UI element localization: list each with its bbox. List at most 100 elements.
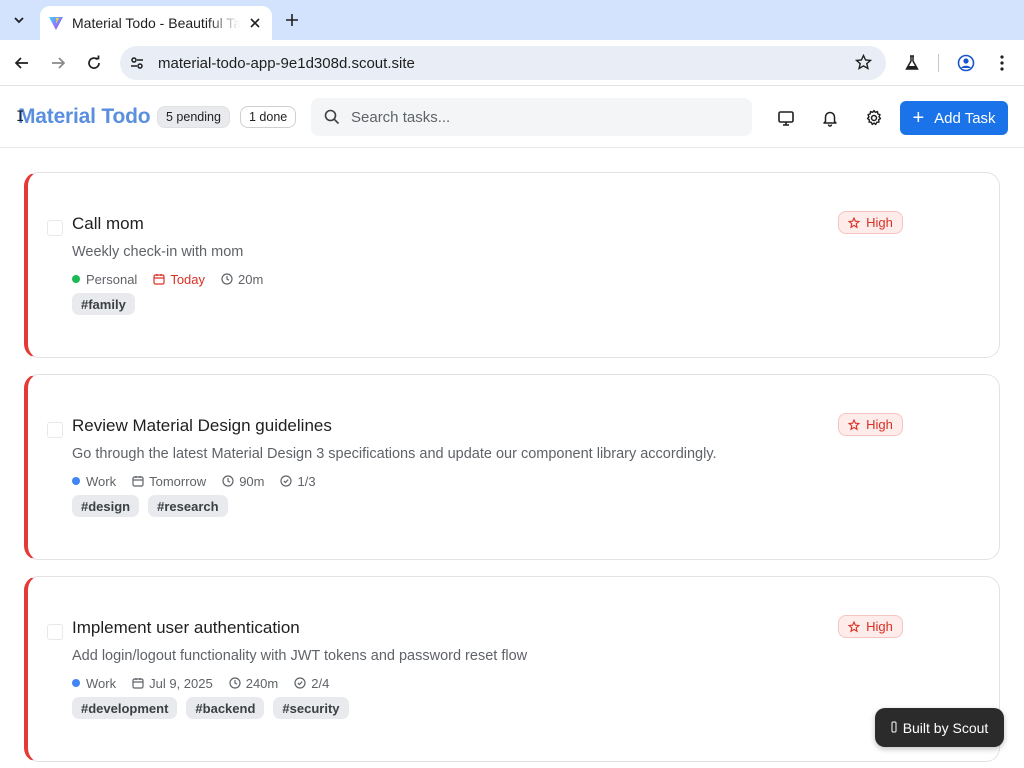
bell-icon bbox=[823, 111, 837, 127]
task-meta: Work Jul 9, 2025 240m 2/4 bbox=[72, 674, 345, 692]
search-input[interactable] bbox=[351, 108, 731, 126]
task-checkbox[interactable] bbox=[47, 220, 63, 236]
category-label: Work bbox=[86, 473, 117, 489]
tag-chip[interactable]: #research bbox=[148, 495, 228, 517]
task-meta: Work Tomorrow 90m 1/3 bbox=[72, 472, 332, 490]
gear-icon bbox=[866, 109, 882, 126]
url-text: material-todo-app-9e1d308d.scout.site bbox=[158, 54, 415, 72]
done-count-badge: 1 done bbox=[240, 106, 297, 128]
subtasks-label: 1/3 bbox=[297, 473, 316, 489]
task-category: Work bbox=[72, 676, 116, 691]
clock-icon bbox=[221, 273, 233, 285]
tab-search-button[interactable] bbox=[6, 8, 32, 32]
clock-icon bbox=[222, 475, 234, 487]
task-description: Add login/logout functionality with JWT … bbox=[72, 648, 528, 664]
tag-chip[interactable]: #development bbox=[72, 697, 178, 719]
task-meta: Personal Today 20m bbox=[72, 270, 279, 288]
scout-badge-label: Built by Scout bbox=[902, 719, 989, 736]
browser-toolbar: material-todo-app-9e1d308d.scout.site bbox=[0, 40, 1024, 86]
plus-icon bbox=[286, 14, 298, 26]
toolbar-separator bbox=[938, 54, 939, 72]
calendar-icon bbox=[132, 677, 144, 689]
duration-label: 240m bbox=[245, 675, 279, 691]
add-task-label: Add Task bbox=[934, 109, 996, 127]
task-card[interactable]: Review Material Design guidelines Go thr… bbox=[24, 374, 1000, 560]
forward-button[interactable] bbox=[44, 49, 72, 77]
arrow-left-icon bbox=[14, 57, 28, 69]
address-bar[interactable]: material-todo-app-9e1d308d.scout.site bbox=[120, 46, 886, 80]
category-dot-icon bbox=[72, 477, 80, 485]
settings-button[interactable] bbox=[861, 105, 887, 131]
check-circle-icon bbox=[294, 677, 306, 689]
task-title: Implement user authentication bbox=[72, 618, 300, 637]
text-cursor-icon: I bbox=[16, 109, 25, 125]
star-icon bbox=[848, 216, 861, 229]
category-dot-icon bbox=[72, 275, 80, 283]
duration-label: 20m bbox=[238, 271, 264, 287]
priority-label: High bbox=[866, 417, 893, 432]
due-label: Jul 9, 2025 bbox=[149, 675, 213, 691]
new-tab-button[interactable] bbox=[280, 8, 304, 32]
calendar-icon bbox=[153, 273, 165, 285]
browser-tab-active[interactable]: Material Todo - Beautiful Task Manager bbox=[40, 6, 272, 40]
category-label: Personal bbox=[86, 271, 138, 287]
task-tags: #family bbox=[72, 293, 144, 315]
bookmark-star-icon[interactable] bbox=[854, 53, 873, 76]
task-checkbox[interactable] bbox=[47, 422, 63, 438]
task-checkbox[interactable] bbox=[47, 624, 63, 640]
task-card[interactable]: Call mom Weekly check-in with mom Person… bbox=[24, 172, 1000, 358]
app-header: Material Todo I 5 pending 1 done + Add T… bbox=[0, 87, 1024, 148]
task-title: Review Material Design guidelines bbox=[72, 416, 332, 435]
search-box bbox=[311, 98, 752, 136]
task-subtasks: 1/3 bbox=[280, 473, 316, 489]
labs-flask-icon[interactable] bbox=[900, 51, 924, 75]
category-dot-icon bbox=[72, 679, 80, 687]
task-card[interactable]: Implement user authentication Add login/… bbox=[24, 576, 1000, 762]
task-description: Go through the latest Material Design 3 … bbox=[72, 446, 717, 462]
reload-button[interactable] bbox=[80, 49, 108, 77]
task-tags: #development #backend #security bbox=[72, 697, 358, 719]
search-icon bbox=[323, 108, 341, 126]
task-duration: 90m bbox=[222, 474, 264, 489]
clock-icon bbox=[229, 677, 241, 689]
profile-avatar-icon[interactable] bbox=[954, 51, 978, 75]
close-tab-icon[interactable] bbox=[246, 14, 264, 32]
task-category: Personal bbox=[72, 272, 137, 287]
task-subtasks: 2/4 bbox=[294, 676, 329, 691]
task-description: Weekly check-in with mom bbox=[72, 244, 244, 260]
calendar-icon bbox=[132, 475, 144, 487]
reload-icon bbox=[88, 55, 100, 69]
browser-tabstrip: Material Todo - Beautiful Task Manager bbox=[0, 0, 1024, 40]
monitor-icon bbox=[778, 111, 794, 126]
star-icon bbox=[848, 418, 861, 431]
tag-chip[interactable]: #design bbox=[72, 495, 140, 517]
task-due-date: Tomorrow bbox=[132, 474, 206, 489]
pending-count-badge: 5 pending bbox=[157, 106, 230, 128]
built-by-scout-badge[interactable]: Built by Scout bbox=[875, 708, 1004, 747]
subtasks-label: 2/4 bbox=[311, 675, 330, 691]
priority-chip: High bbox=[838, 615, 903, 638]
add-task-button[interactable]: + Add Task bbox=[900, 101, 1008, 135]
browser-menu-icon[interactable] bbox=[990, 51, 1014, 75]
display-mode-button[interactable] bbox=[773, 105, 799, 131]
category-label: Work bbox=[86, 675, 117, 691]
task-tags: #design #research bbox=[72, 495, 237, 517]
task-due-date: Jul 9, 2025 bbox=[132, 676, 213, 691]
back-button[interactable] bbox=[8, 49, 36, 77]
priority-chip: High bbox=[838, 211, 903, 234]
priority-label: High bbox=[866, 619, 893, 634]
duration-label: 90m bbox=[239, 473, 265, 489]
task-list: Call mom Weekly check-in with mom Person… bbox=[0, 148, 1024, 768]
vite-favicon-icon bbox=[48, 15, 64, 31]
task-due-date: Today bbox=[153, 272, 205, 287]
site-info-icon[interactable] bbox=[124, 50, 150, 76]
task-duration: 20m bbox=[221, 272, 263, 287]
task-category: Work bbox=[72, 474, 116, 489]
tab-title: Material Todo - Beautiful Task Manager bbox=[72, 15, 240, 31]
chevron-down-icon bbox=[14, 17, 24, 24]
task-title: Call mom bbox=[72, 214, 144, 233]
notifications-button[interactable] bbox=[817, 105, 843, 131]
tag-chip[interactable]: #backend bbox=[186, 697, 265, 719]
tag-chip[interactable]: #security bbox=[273, 697, 349, 719]
tag-chip[interactable]: #family bbox=[72, 293, 135, 315]
